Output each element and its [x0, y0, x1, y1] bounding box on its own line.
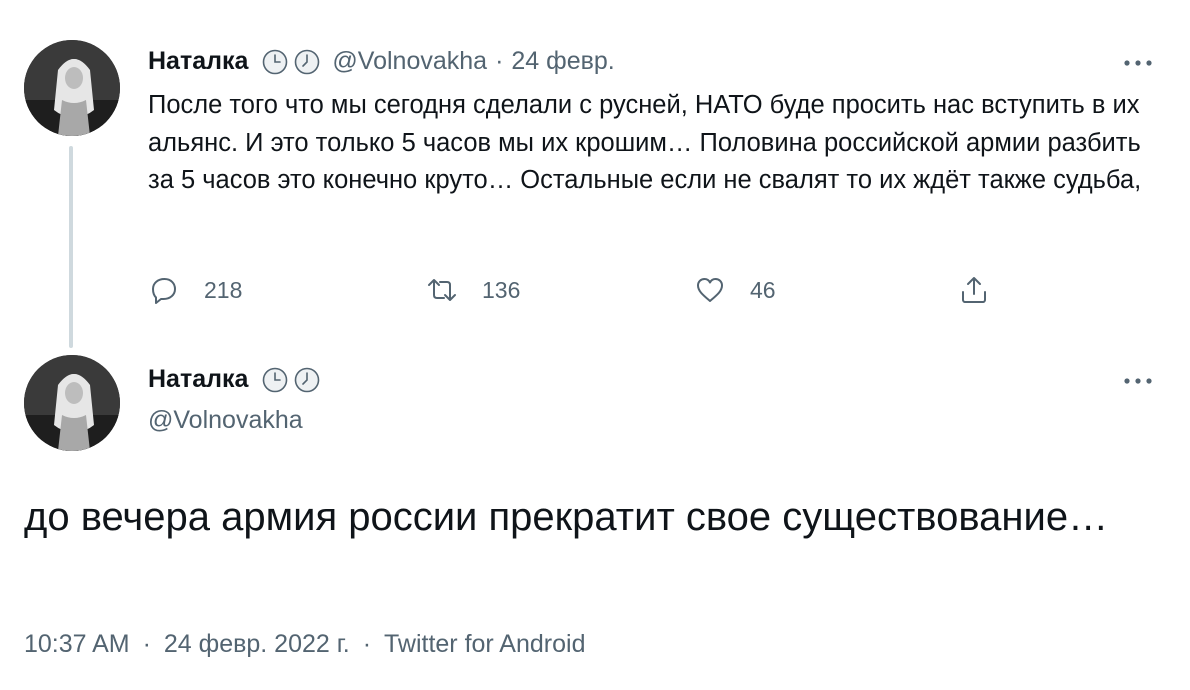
clock-badge-icon: [294, 367, 320, 393]
separator-dot: ·: [142, 630, 151, 658]
reply-icon: [152, 278, 176, 304]
tweet-text: до вечера армия россии прекратит свое су…: [24, 495, 1109, 539]
tweet-source[interactable]: Twitter for Android: [384, 630, 585, 658]
avatar-image: [24, 355, 120, 451]
reply-button[interactable]: 218: [148, 274, 242, 306]
thread-line: [69, 146, 73, 348]
avatar-image: [24, 40, 120, 136]
author-name[interactable]: Наталка: [148, 365, 248, 394]
author-name[interactable]: Наталка: [148, 47, 248, 76]
share-icon: [962, 277, 986, 303]
retweet-button[interactable]: 136: [426, 274, 520, 306]
like-icon: [697, 278, 723, 302]
avatar[interactable]: [24, 40, 120, 136]
retweet-count: 136: [482, 276, 521, 303]
tweet-time[interactable]: 10:37 AM: [24, 630, 130, 658]
reply-count: 218: [204, 276, 243, 303]
tweet-date[interactable]: 24 февр.: [511, 47, 614, 76]
share-button[interactable]: [958, 274, 990, 306]
clock-badge-icon: [262, 49, 288, 75]
like-count: 46: [750, 276, 776, 303]
like-button[interactable]: 46: [694, 274, 776, 306]
clock-badge-icon: [294, 49, 320, 75]
author-handle[interactable]: @Volnovakha: [148, 406, 303, 435]
more-icon[interactable]: [1118, 371, 1158, 391]
more-icon[interactable]: [1118, 53, 1158, 73]
tweet-meta: 10:37 AM · 24 февр. 2022 г. · Twitter fo…: [24, 630, 585, 659]
tweet-actions: 218 136 46: [148, 274, 1048, 314]
clock-badge-icon: [262, 367, 288, 393]
separator-dot: ·: [362, 630, 372, 658]
tweet-text: После того что мы сегодня сделали с русн…: [148, 91, 1142, 194]
author-handle[interactable]: @Volnovakha: [332, 47, 487, 76]
tweet-date[interactable]: 24 февр. 2022 г.: [164, 630, 350, 658]
separator-dot: ·: [495, 47, 504, 75]
retweet-icon: [428, 279, 456, 301]
avatar[interactable]: [24, 355, 120, 451]
